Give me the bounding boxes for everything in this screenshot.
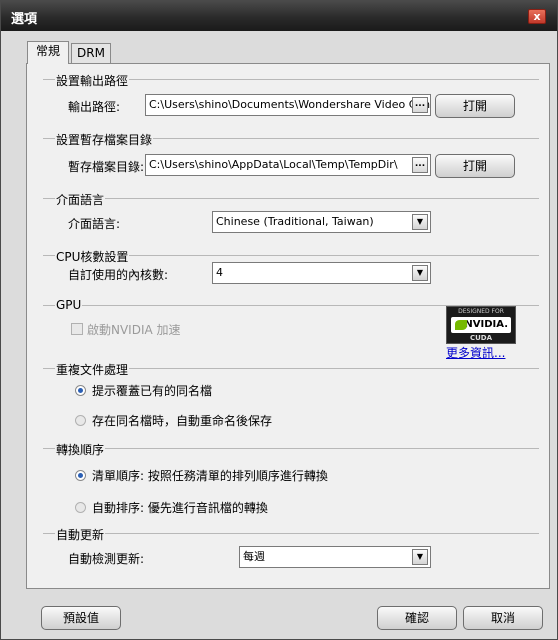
group-title: 介面語言: [55, 191, 106, 208]
badge-top: DESIGNED FOR: [458, 308, 504, 315]
duplicate-prompt-radio[interactable]: [75, 385, 86, 396]
chevron-down-icon[interactable]: ▼: [412, 549, 428, 565]
update-label: 自動檢測更新:: [68, 552, 145, 566]
update-group: 自動更新: [43, 526, 539, 543]
temp-browse-button[interactable]: ...: [412, 157, 428, 173]
order-list-radio[interactable]: [75, 470, 86, 481]
close-button[interactable]: x: [528, 9, 546, 24]
nvidia-eye-icon: [455, 320, 467, 330]
language-value: Chinese (Traditional, Taiwan): [216, 215, 374, 228]
title-bar: 選項 x: [1, 1, 557, 31]
nvidia-checkbox-label: 啟動NVIDIA 加速: [87, 323, 181, 337]
output-path-group: 設置輸出路徑: [43, 72, 539, 89]
group-title: GPU: [55, 298, 83, 312]
cpu-group: CPU核數設置: [43, 248, 539, 265]
chevron-down-icon[interactable]: ▼: [412, 214, 428, 230]
output-browse-button[interactable]: ...: [412, 97, 428, 113]
output-open-button[interactable]: 打開: [435, 94, 515, 118]
order-group: 轉換順序: [43, 441, 539, 458]
update-value: 每週: [243, 550, 265, 563]
nvidia-brand: NVIDIA.: [451, 317, 511, 333]
temp-dir-group: 設置暫存檔案目錄: [43, 131, 539, 148]
language-group: 介面語言: [43, 191, 539, 208]
group-title: 設置輸出路徑: [55, 72, 130, 89]
output-path-label: 輸出路徑:: [68, 100, 121, 114]
group-title: CPU核數設置: [55, 248, 130, 265]
cpu-cores-value: 4: [216, 266, 223, 279]
cancel-button[interactable]: 取消: [463, 606, 543, 630]
temp-open-button[interactable]: 打開: [435, 154, 515, 178]
nvidia-checkbox[interactable]: [71, 323, 83, 335]
badge-brand: NVIDIA.: [464, 319, 508, 330]
language-label: 介面語言:: [68, 217, 121, 231]
chevron-down-icon[interactable]: ▼: [412, 265, 428, 281]
group-title: 設置暫存檔案目錄: [55, 131, 154, 148]
ok-button[interactable]: 確認: [377, 606, 457, 630]
options-dialog: 選項 x 常規 DRM 設置輸出路徑 輸出路徑: C:\Users\shino\…: [0, 0, 558, 640]
temp-dir-label: 暫存檔案目錄:: [68, 160, 145, 174]
cpu-label: 自訂使用的內核數:: [68, 268, 169, 282]
order-auto-label: 自動排序: 優先進行音訊檔的轉換: [92, 501, 268, 515]
defaults-button[interactable]: 預設值: [41, 606, 121, 630]
duplicate-prompt-label: 提示覆蓋已有的同名檔: [92, 384, 213, 398]
temp-dir-field[interactable]: C:\Users\shino\AppData\Local\Temp\TempDi…: [145, 154, 431, 176]
tab-drm[interactable]: DRM: [71, 43, 111, 64]
output-path-field[interactable]: C:\Users\shino\Documents\Wondershare Vid…: [145, 94, 431, 116]
badge-bottom: CUDA: [469, 334, 493, 342]
duplicate-group: 重複文件處理: [43, 361, 539, 378]
order-auto-radio[interactable]: [75, 502, 86, 513]
group-title: 轉換順序: [55, 441, 106, 458]
order-list-label: 清單順序: 按照任務清單的排列順序進行轉換: [92, 469, 328, 483]
duplicate-rename-label: 存在同名檔時，自動重命名後保存: [92, 414, 273, 428]
language-select[interactable]: Chinese (Traditional, Taiwan) ▼: [212, 211, 431, 233]
tab-general[interactable]: 常規: [27, 41, 69, 64]
window-title: 選項: [11, 12, 38, 27]
nvidia-cuda-logo: DESIGNED FOR NVIDIA. CUDA: [446, 306, 516, 344]
duplicate-rename-radio[interactable]: [75, 415, 86, 426]
group-title: 重複文件處理: [55, 361, 130, 378]
more-info-link[interactable]: 更多資訊...: [446, 344, 505, 361]
group-title: 自動更新: [55, 526, 106, 543]
cpu-cores-select[interactable]: 4 ▼: [212, 262, 431, 284]
update-select[interactable]: 每週 ▼: [239, 546, 431, 568]
